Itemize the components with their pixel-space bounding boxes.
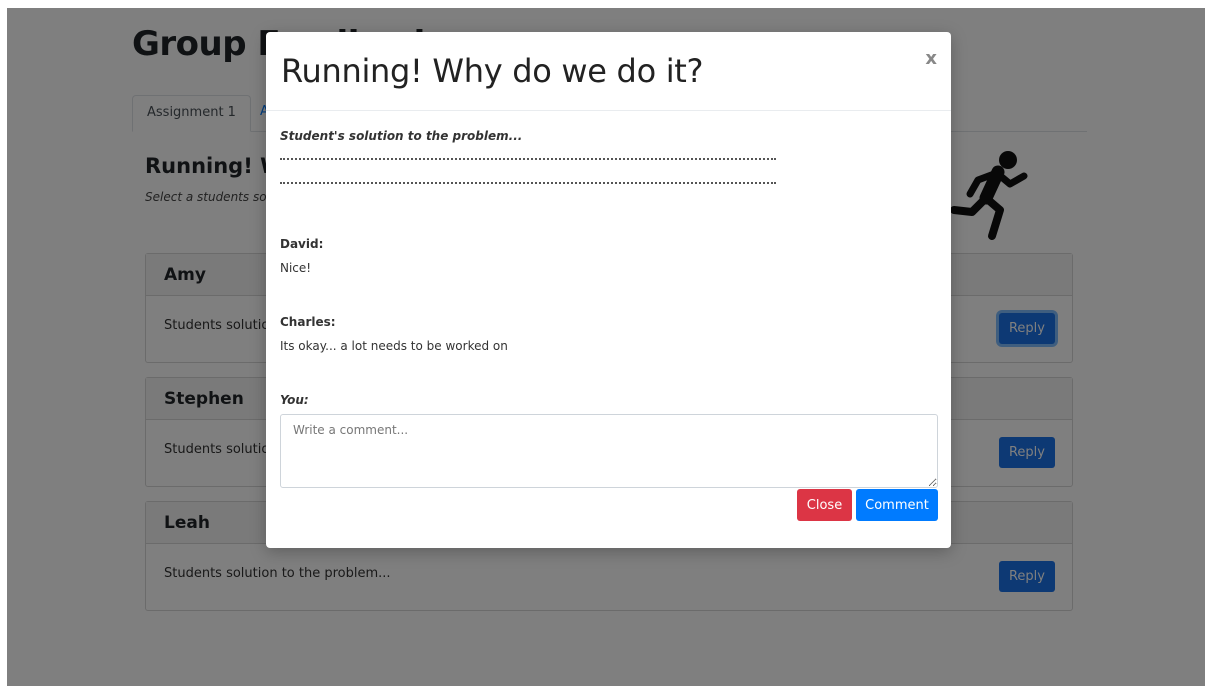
close-button[interactable]: Close [797,489,852,521]
comment-text: Its okay... a lot needs to be worked on [280,339,508,353]
frame-edge [0,0,1210,8]
comment-input[interactable] [280,414,938,488]
solution-label: Student's solution to the problem... [280,129,523,143]
modal-title: Running! Why do we do it? [281,52,704,90]
comment-button[interactable]: Comment [856,489,938,521]
feedback-modal: Running! Why do we do it? x Student's so… [266,32,951,548]
you-label: You: [280,393,309,407]
solution-placeholder-line [280,158,776,160]
comment-author: Charles: [280,315,336,329]
close-icon[interactable]: x [925,48,937,69]
modal-header: Running! Why do we do it? x [266,32,951,111]
solution-placeholder-line [280,182,776,184]
frame-edge [0,0,7,686]
frame-edge [1205,0,1210,686]
comment-author: David: [280,237,324,251]
comment-text: Nice! [280,261,312,275]
